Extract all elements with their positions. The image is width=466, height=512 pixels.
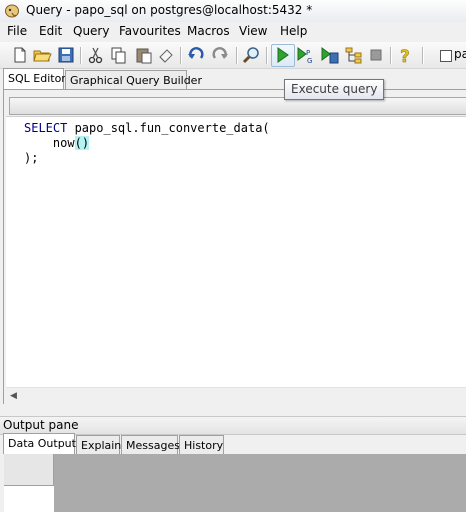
svg-text:G: G bbox=[307, 57, 312, 65]
menu-file[interactable]: File bbox=[6, 24, 28, 38]
sql-line-3: ); bbox=[24, 151, 39, 165]
sql-code: SELECT papo_sql.fun_converte_data( now()… bbox=[24, 121, 270, 166]
sql-editor-panel: SELECT papo_sql.fun_converte_data( now()… bbox=[3, 89, 466, 404]
menu-help[interactable]: Help bbox=[279, 24, 308, 38]
toolbar-separator bbox=[422, 47, 424, 64]
toolbar: PG ? bbox=[0, 42, 466, 69]
find-icon[interactable] bbox=[242, 45, 262, 65]
data-output-grid[interactable] bbox=[4, 454, 466, 512]
sql-line-2-indent bbox=[24, 136, 53, 150]
copy-icon[interactable] bbox=[108, 45, 128, 65]
query-history-combo[interactable] bbox=[9, 97, 466, 115]
tab-explain[interactable]: Explain bbox=[76, 435, 121, 454]
menu-bar: File Edit Query Favourites Macros View H… bbox=[0, 22, 466, 42]
menu-macros[interactable]: Macros bbox=[186, 24, 231, 38]
toolbar-separator bbox=[80, 47, 82, 64]
horizontal-scrollbar[interactable]: ◀ bbox=[6, 387, 466, 404]
paste-icon[interactable] bbox=[134, 45, 154, 65]
help-icon[interactable]: ? bbox=[396, 45, 416, 65]
grid-row-header bbox=[4, 486, 54, 512]
execute-to-file-icon[interactable] bbox=[320, 45, 340, 65]
clear-icon[interactable] bbox=[156, 45, 176, 65]
tab-data-output[interactable]: Data Output bbox=[3, 433, 76, 454]
window-title: Query - papo_sql on postgres@localhost:5… bbox=[26, 3, 313, 17]
execute-pgscript-icon[interactable]: PG bbox=[296, 45, 316, 65]
undo-icon[interactable] bbox=[186, 45, 206, 65]
grid-corner-header[interactable] bbox=[4, 454, 54, 486]
svg-text:?: ? bbox=[400, 47, 410, 65]
sql-keyword-select: SELECT bbox=[24, 121, 68, 135]
output-tabs: Data Output Explain Messages History bbox=[0, 433, 466, 455]
pgadmin-elephant-icon bbox=[5, 4, 19, 18]
editor-tabs: SQL Editor Graphical Query Builder bbox=[0, 68, 466, 90]
cut-icon[interactable] bbox=[86, 45, 106, 65]
sql-editor-text-area[interactable]: SELECT papo_sql.fun_converte_data( now()… bbox=[6, 116, 466, 387]
tab-messages[interactable]: Messages bbox=[121, 435, 180, 454]
menu-view[interactable]: View bbox=[238, 24, 268, 38]
redo-icon[interactable] bbox=[210, 45, 230, 65]
toolbar-separator bbox=[390, 47, 392, 64]
menu-favourites[interactable]: Favourites bbox=[118, 24, 182, 38]
stop-icon[interactable] bbox=[366, 45, 386, 65]
save-icon[interactable] bbox=[56, 45, 76, 65]
execute-query-tooltip: Execute query bbox=[284, 79, 385, 100]
tab-history[interactable]: History bbox=[179, 435, 224, 454]
sql-line-1-rest: papo_sql.fun_converte_data( bbox=[67, 121, 270, 135]
new-file-icon[interactable] bbox=[10, 45, 30, 65]
tab-sql-editor[interactable]: SQL Editor bbox=[3, 68, 66, 89]
menu-edit[interactable]: Edit bbox=[38, 24, 63, 38]
svg-text:P: P bbox=[306, 49, 310, 57]
explain-query-icon[interactable] bbox=[344, 45, 364, 65]
sql-matched-parens: () bbox=[74, 136, 90, 150]
checkbox-label: pa bbox=[454, 47, 466, 61]
pane-splitter[interactable] bbox=[0, 404, 466, 416]
scroll-left-icon[interactable]: ◀ bbox=[10, 391, 17, 401]
sql-func-now: now bbox=[52, 136, 75, 150]
toolbar-separator bbox=[180, 47, 182, 64]
tab-graphical-query-builder[interactable]: Graphical Query Builder bbox=[65, 70, 202, 89]
toolbar-separator bbox=[236, 47, 238, 64]
output-pane-title-text: Output pane bbox=[3, 418, 79, 432]
title-bar: Query - papo_sql on postgres@localhost:5… bbox=[0, 0, 466, 22]
menu-query[interactable]: Query bbox=[72, 24, 110, 38]
open-folder-icon[interactable] bbox=[32, 45, 52, 65]
toolbar-separator bbox=[266, 47, 268, 64]
checkbox-box[interactable] bbox=[440, 50, 452, 62]
execute-query-icon[interactable] bbox=[271, 44, 295, 67]
